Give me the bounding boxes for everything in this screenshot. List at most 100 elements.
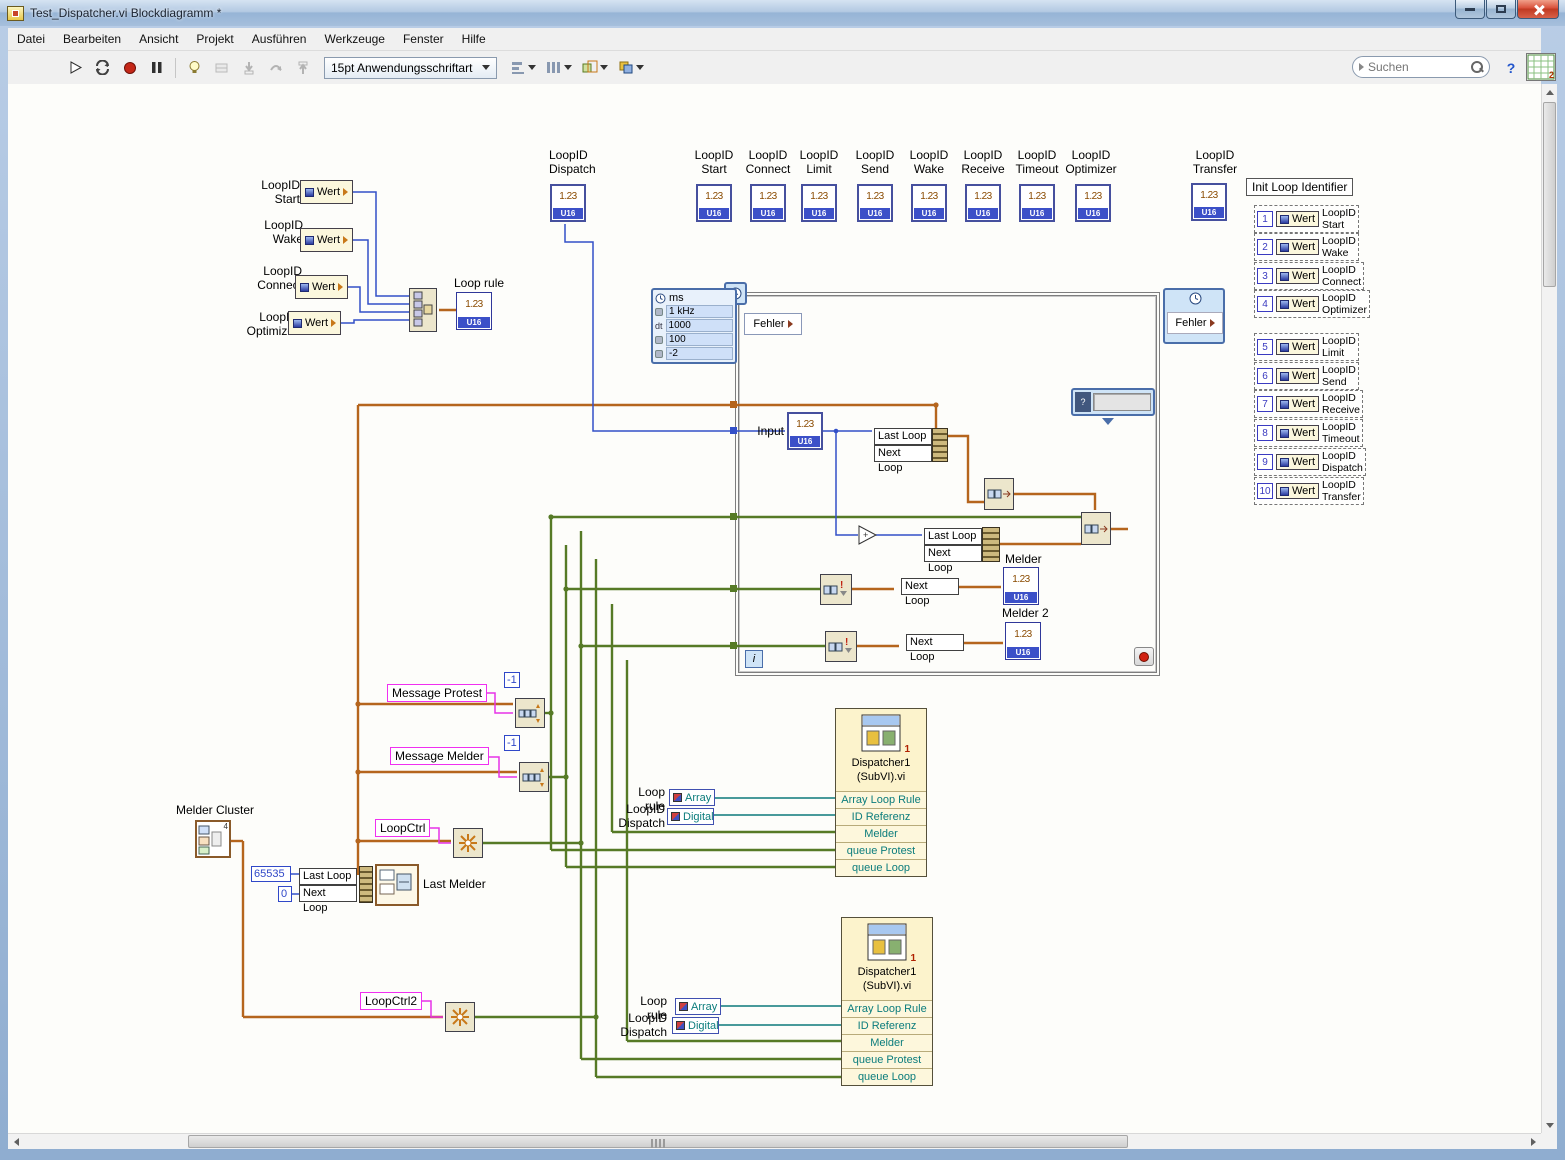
timed-loop-config[interactable]: ms 1 kHz dt 1000 100 -2 [651, 288, 737, 364]
vi-icon-pane[interactable]: 2 [1526, 53, 1556, 81]
abort-button[interactable] [117, 56, 142, 80]
terminal-optimizer[interactable]: 1.23 U16 [1075, 184, 1111, 222]
label-terminal-wake[interactable]: LoopID Wake [899, 148, 959, 177]
build-array-node[interactable] [409, 288, 437, 332]
label-terminal-transfer[interactable]: LoopID Transfer [1180, 148, 1250, 177]
terminal-receive[interactable]: 1.23 U16 [965, 184, 1001, 222]
vertical-scroll-thumb[interactable] [1543, 102, 1556, 287]
dispatcher1-subvi-2[interactable]: 1 Dispatcher1 (SubVI).vi Array Loop Rule… [841, 917, 933, 1086]
timing-dt-value[interactable]: 1000 [665, 319, 733, 332]
digital-ring-constant[interactable]: Digital [667, 808, 714, 825]
loop-rule-indicator-terminal[interactable]: 1.23 U16 [456, 292, 492, 330]
terminal-input[interactable]: 1.23 U16 [787, 412, 823, 450]
init-row-7[interactable]: 7 Wert LoopID Receive [1254, 390, 1363, 419]
resize-objects-dropdown[interactable] [578, 56, 612, 80]
bundle-by-name-node[interactable] [359, 866, 373, 903]
loopctrl-label[interactable]: LoopCtrl [375, 819, 431, 837]
subvi-row-melder[interactable]: Melder [842, 1034, 932, 1051]
melder-indicator[interactable]: 1.23 U16 [1003, 567, 1039, 605]
init-row-10[interactable]: 10 Wert LoopID Transfer [1254, 477, 1364, 506]
label-d2-loopid-dispatch[interactable]: LoopID Dispatch [613, 1011, 667, 1040]
bundle3-next-loop[interactable]: Next Loop [299, 885, 357, 914]
message-melder-label[interactable]: Message Melder [390, 747, 489, 765]
dispatcher1-subvi[interactable]: 1 Dispatcher1 (SubVI).vi Array Loop Rule… [835, 708, 927, 877]
run-button[interactable] [63, 56, 88, 80]
property-node-connect-wert[interactable]: Wert [295, 275, 349, 299]
scroll-right-arrow[interactable] [1525, 1134, 1541, 1150]
iteration-terminal[interactable]: i [745, 650, 763, 668]
property-node-start-wert[interactable]: Wert [300, 180, 354, 204]
label-loopid-wake[interactable]: LoopID Wake [245, 218, 303, 247]
terminal-limit[interactable]: 1.23 U16 [801, 184, 837, 222]
constant-65535[interactable]: 65535 [251, 866, 291, 882]
constant-neg1-b[interactable]: -1 [504, 735, 520, 751]
subvi-row-array-loop-rule[interactable]: Array Loop Rule [842, 1000, 932, 1017]
init-row-9[interactable]: 9 Wert LoopID Dispatch [1254, 448, 1366, 477]
menu-bearbeiten[interactable]: Bearbeiten [54, 29, 130, 49]
horizontal-scroll-thumb[interactable] [188, 1135, 1128, 1148]
scroll-up-arrow[interactable] [1542, 84, 1558, 100]
obtain-queue-node[interactable] [515, 698, 545, 728]
feedback-dropdown-icon[interactable] [1102, 418, 1114, 425]
timing-period-value[interactable]: 100 [666, 333, 733, 346]
label-loopid-optimizer[interactable]: LoopID Optimizer [218, 310, 298, 339]
menu-ausfuehren[interactable]: Ausführen [243, 29, 316, 49]
timing-rate-value[interactable]: 1 kHz [666, 305, 733, 318]
highlight-execution-button[interactable] [182, 56, 207, 80]
queue-wires[interactable] [475, 515, 1081, 1079]
retain-wire-values-button[interactable] [209, 56, 234, 80]
next-loop-output-label-2[interactable]: Next Loop [906, 634, 964, 663]
subvi-row-array-loop-rule[interactable]: Array Loop Rule [836, 791, 926, 808]
bundle3-last-loop[interactable]: Last Loop [299, 868, 357, 885]
dequeue-wait-node[interactable]: ! [820, 574, 852, 605]
label-terminal-optimizer[interactable]: LoopID Optimizer [1059, 148, 1123, 177]
bundle2-last-loop[interactable]: Last Loop [924, 528, 982, 545]
bundle-by-name-node[interactable] [932, 428, 948, 462]
label-terminal-timeout[interactable]: LoopID Timeout [1007, 148, 1067, 177]
block-diagram[interactable]: LoopID Start Wert LoopID Wake Wert LoopI… [8, 84, 1541, 1133]
bundle2-next-loop[interactable]: Next Loop [924, 545, 982, 574]
timing-feedback-display[interactable]: ? [1071, 388, 1155, 416]
constant-0[interactable]: 0 [278, 886, 292, 902]
subvi-row-queue-protest[interactable]: queue Protest [842, 1051, 932, 1068]
init-row-5[interactable]: 5 Wert LoopID Limit [1254, 333, 1359, 362]
timed-loop-error-in[interactable]: Fehler [744, 313, 802, 335]
array-ring-constant-2[interactable]: Array [675, 998, 721, 1015]
minimize-button[interactable] [1455, 0, 1485, 19]
menu-datei[interactable]: Datei [8, 29, 54, 49]
horizontal-scrollbar[interactable] [8, 1133, 1541, 1149]
message-protest-label[interactable]: Message Protest [387, 684, 488, 702]
digital-ring-constant-2[interactable]: Digital [672, 1017, 719, 1034]
terminal-loopid-dispatch[interactable]: 1.23 U16 [550, 184, 586, 222]
integer-wires[interactable] [291, 191, 922, 895]
pause-button[interactable] [144, 56, 169, 80]
step-into-button[interactable] [236, 56, 261, 80]
loop-stop-button[interactable] [1134, 647, 1154, 666]
init-row-6[interactable]: 6 Wert LoopID Send [1254, 362, 1359, 391]
terminal-connect[interactable]: 1.23 U16 [750, 184, 786, 222]
subvi-row-queue-protest[interactable]: queue Protest [836, 842, 926, 859]
dequeue-wait-node-2[interactable]: ! [825, 631, 857, 662]
enqueue-node[interactable] [984, 478, 1014, 510]
bundle1-next-loop[interactable]: Next Loop [874, 445, 932, 474]
reorder-objects-dropdown[interactable] [614, 56, 648, 80]
menu-werkzeuge[interactable]: Werkzeuge [315, 29, 393, 49]
subvi-row-melder[interactable]: Melder [836, 825, 926, 842]
label-loopid-start[interactable]: LoopID Start [242, 178, 300, 207]
align-objects-dropdown[interactable] [506, 56, 540, 80]
titlebar[interactable]: Test_Dispatcher.vi Blockdiagramm * [0, 0, 1565, 26]
bundle1-last-loop[interactable]: Last Loop [874, 428, 932, 445]
terminal-timeout[interactable]: 1.23 U16 [1019, 184, 1055, 222]
menu-ansicht[interactable]: Ansicht [130, 29, 187, 49]
terminal-send[interactable]: 1.23 U16 [857, 184, 893, 222]
menu-projekt[interactable]: Projekt [187, 29, 242, 49]
search-field[interactable] [1352, 56, 1490, 78]
subvi-row-queue-loop[interactable]: queue Loop [842, 1068, 932, 1085]
occurrence-node-2[interactable] [445, 1002, 475, 1032]
help-button[interactable]: ? [1500, 57, 1522, 78]
melder-cluster-control[interactable]: 4 [195, 820, 231, 858]
distribute-objects-dropdown[interactable] [542, 56, 576, 80]
loopctrl2-label[interactable]: LoopCtrl2 [360, 992, 423, 1010]
subvi-row-id-referenz[interactable]: ID Referenz [836, 808, 926, 825]
label-melder-2[interactable]: Melder 2 [1002, 606, 1049, 620]
